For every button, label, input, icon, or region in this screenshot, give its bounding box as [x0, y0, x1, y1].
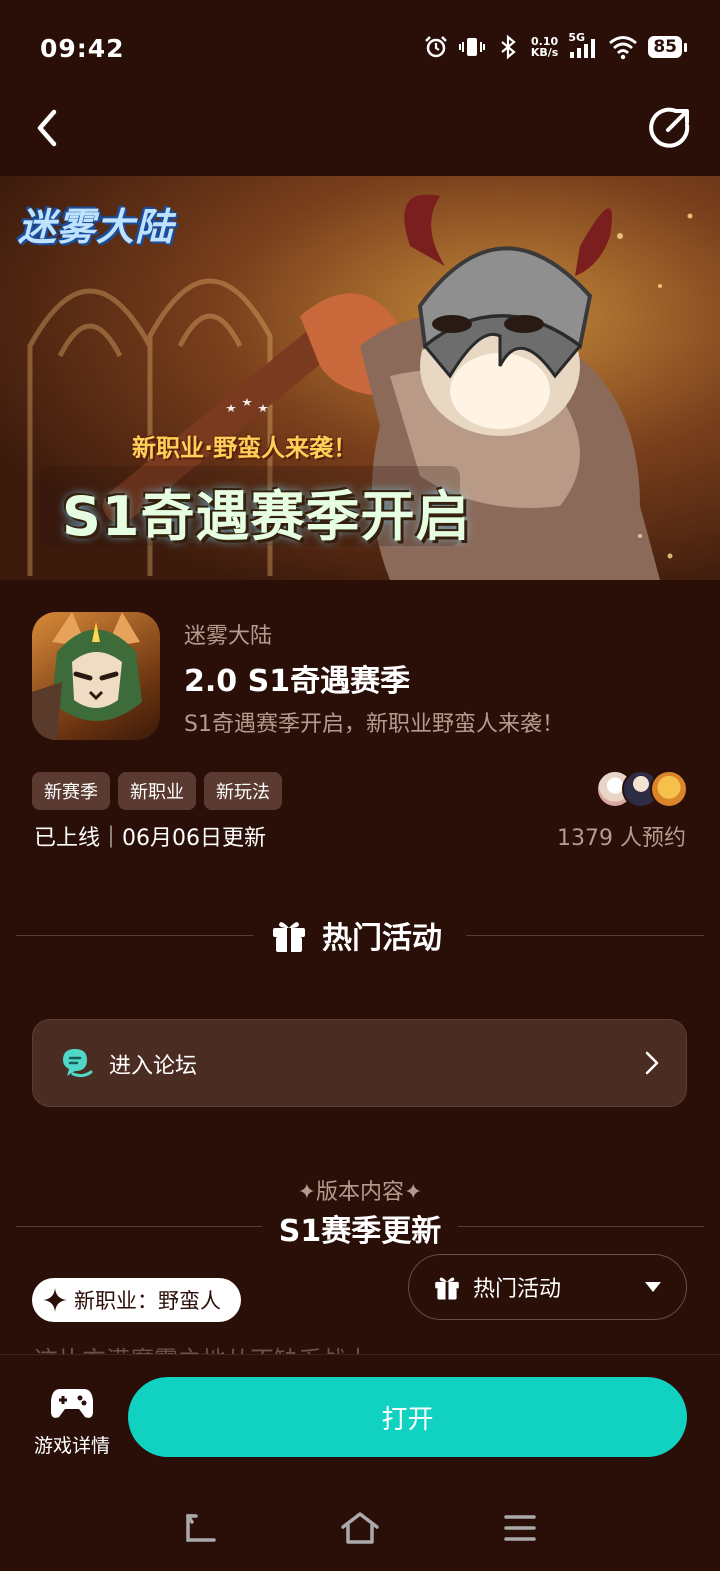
system-home-button[interactable]: [338, 1506, 382, 1550]
menu-icon: [504, 1515, 536, 1541]
share-icon: [649, 107, 690, 148]
status-icons: 0.10 KB/s 5G 85: [423, 31, 687, 60]
alarm-icon: [424, 36, 447, 58]
vibrate-icon: [458, 38, 485, 56]
game-app-icon[interactable]: [32, 612, 160, 740]
enter-forum-card[interactable]: 进入论坛: [32, 1019, 687, 1107]
system-back-button[interactable]: [178, 1506, 222, 1550]
gift-icon: [273, 922, 305, 952]
forum-label: 进入论坛: [109, 1054, 198, 1079]
forum-chat-icon: [63, 1049, 93, 1078]
fox-character-icon: [32, 612, 142, 740]
tag-new-gameplay: 新玩法: [204, 772, 282, 810]
net-speed: 0.10 KB/s: [531, 36, 558, 58]
bluetooth-icon: [501, 34, 516, 60]
gift-icon: [435, 1277, 459, 1300]
back-button[interactable]: [24, 104, 72, 152]
bottom-action-bar: 游戏详情 打开: [0, 1354, 720, 1486]
divider: [16, 935, 253, 936]
promo-banner[interactable]: 迷雾大陆 新职业·野蛮人来袭！ S1奇遇赛季开启: [0, 176, 720, 580]
new-job-pill[interactable]: 新职业：野蛮人: [32, 1278, 241, 1322]
status-bar: 09:42 0.10 KB/s 5G 85: [0, 0, 720, 98]
version-section-title: S1赛季更新: [278, 1214, 442, 1249]
version-body-text: 这片充满魔雾之地从不缺乏战士: [34, 1342, 370, 1354]
system-navigation-bar: [0, 1486, 720, 1571]
system-menu-button[interactable]: [498, 1506, 542, 1550]
game-name: 迷雾大陆: [184, 624, 273, 649]
chevron-right-icon: [645, 1051, 659, 1075]
sparkle-icon: [43, 1288, 67, 1312]
share-button[interactable]: [646, 104, 694, 152]
back-icon: [37, 109, 57, 147]
game-details-label: 游戏详情: [33, 1435, 110, 1457]
hot-activities-title: 热门活动: [322, 921, 442, 956]
net-speed-unit: KB/s: [530, 46, 559, 59]
version-description: S1奇遇赛季开启，新职业野蛮人来袭！: [184, 712, 564, 737]
system-back-icon: [186, 1514, 216, 1542]
version-title: 2.0 S1奇遇赛季: [184, 664, 411, 699]
tag-new-job: 新职业: [118, 772, 196, 810]
banner-subtitle: 新职业·野蛮人来袭！: [132, 434, 358, 462]
banner-game-logo: 迷雾大陆: [18, 205, 175, 249]
dropdown-label: 热门活动: [473, 1277, 562, 1302]
hot-activities-dropdown[interactable]: 热门活动: [408, 1254, 687, 1320]
reservation-count: 1379 人预约: [557, 826, 686, 851]
banner-title: S1奇遇赛季开启: [62, 485, 471, 548]
battery-indicator: 85: [648, 36, 687, 58]
new-job-label: 新职业：野蛮人: [74, 1289, 221, 1313]
gamepad-icon: [51, 1389, 93, 1418]
version-content-kicker: ✦版本内容✦: [297, 1180, 423, 1205]
home-icon: [341, 1512, 379, 1544]
reserver-avatars: [596, 770, 688, 808]
avatar: [650, 770, 688, 808]
tag-list: 新赛季 新职业 新玩法: [32, 772, 282, 810]
status-time: 09:42: [40, 34, 125, 63]
online-status: 已上线｜06月06日更新: [34, 826, 266, 851]
signal-icon: 5G: [568, 31, 598, 60]
hot-activities-header: 热门活动: [270, 913, 442, 957]
divider: [466, 935, 704, 936]
game-details-button[interactable]: 游戏详情: [24, 1385, 120, 1458]
open-button[interactable]: 打开: [128, 1377, 687, 1457]
wifi-icon: [609, 36, 638, 60]
caret-down-icon: [645, 1282, 661, 1292]
tag-new-season: 新赛季: [32, 772, 110, 810]
